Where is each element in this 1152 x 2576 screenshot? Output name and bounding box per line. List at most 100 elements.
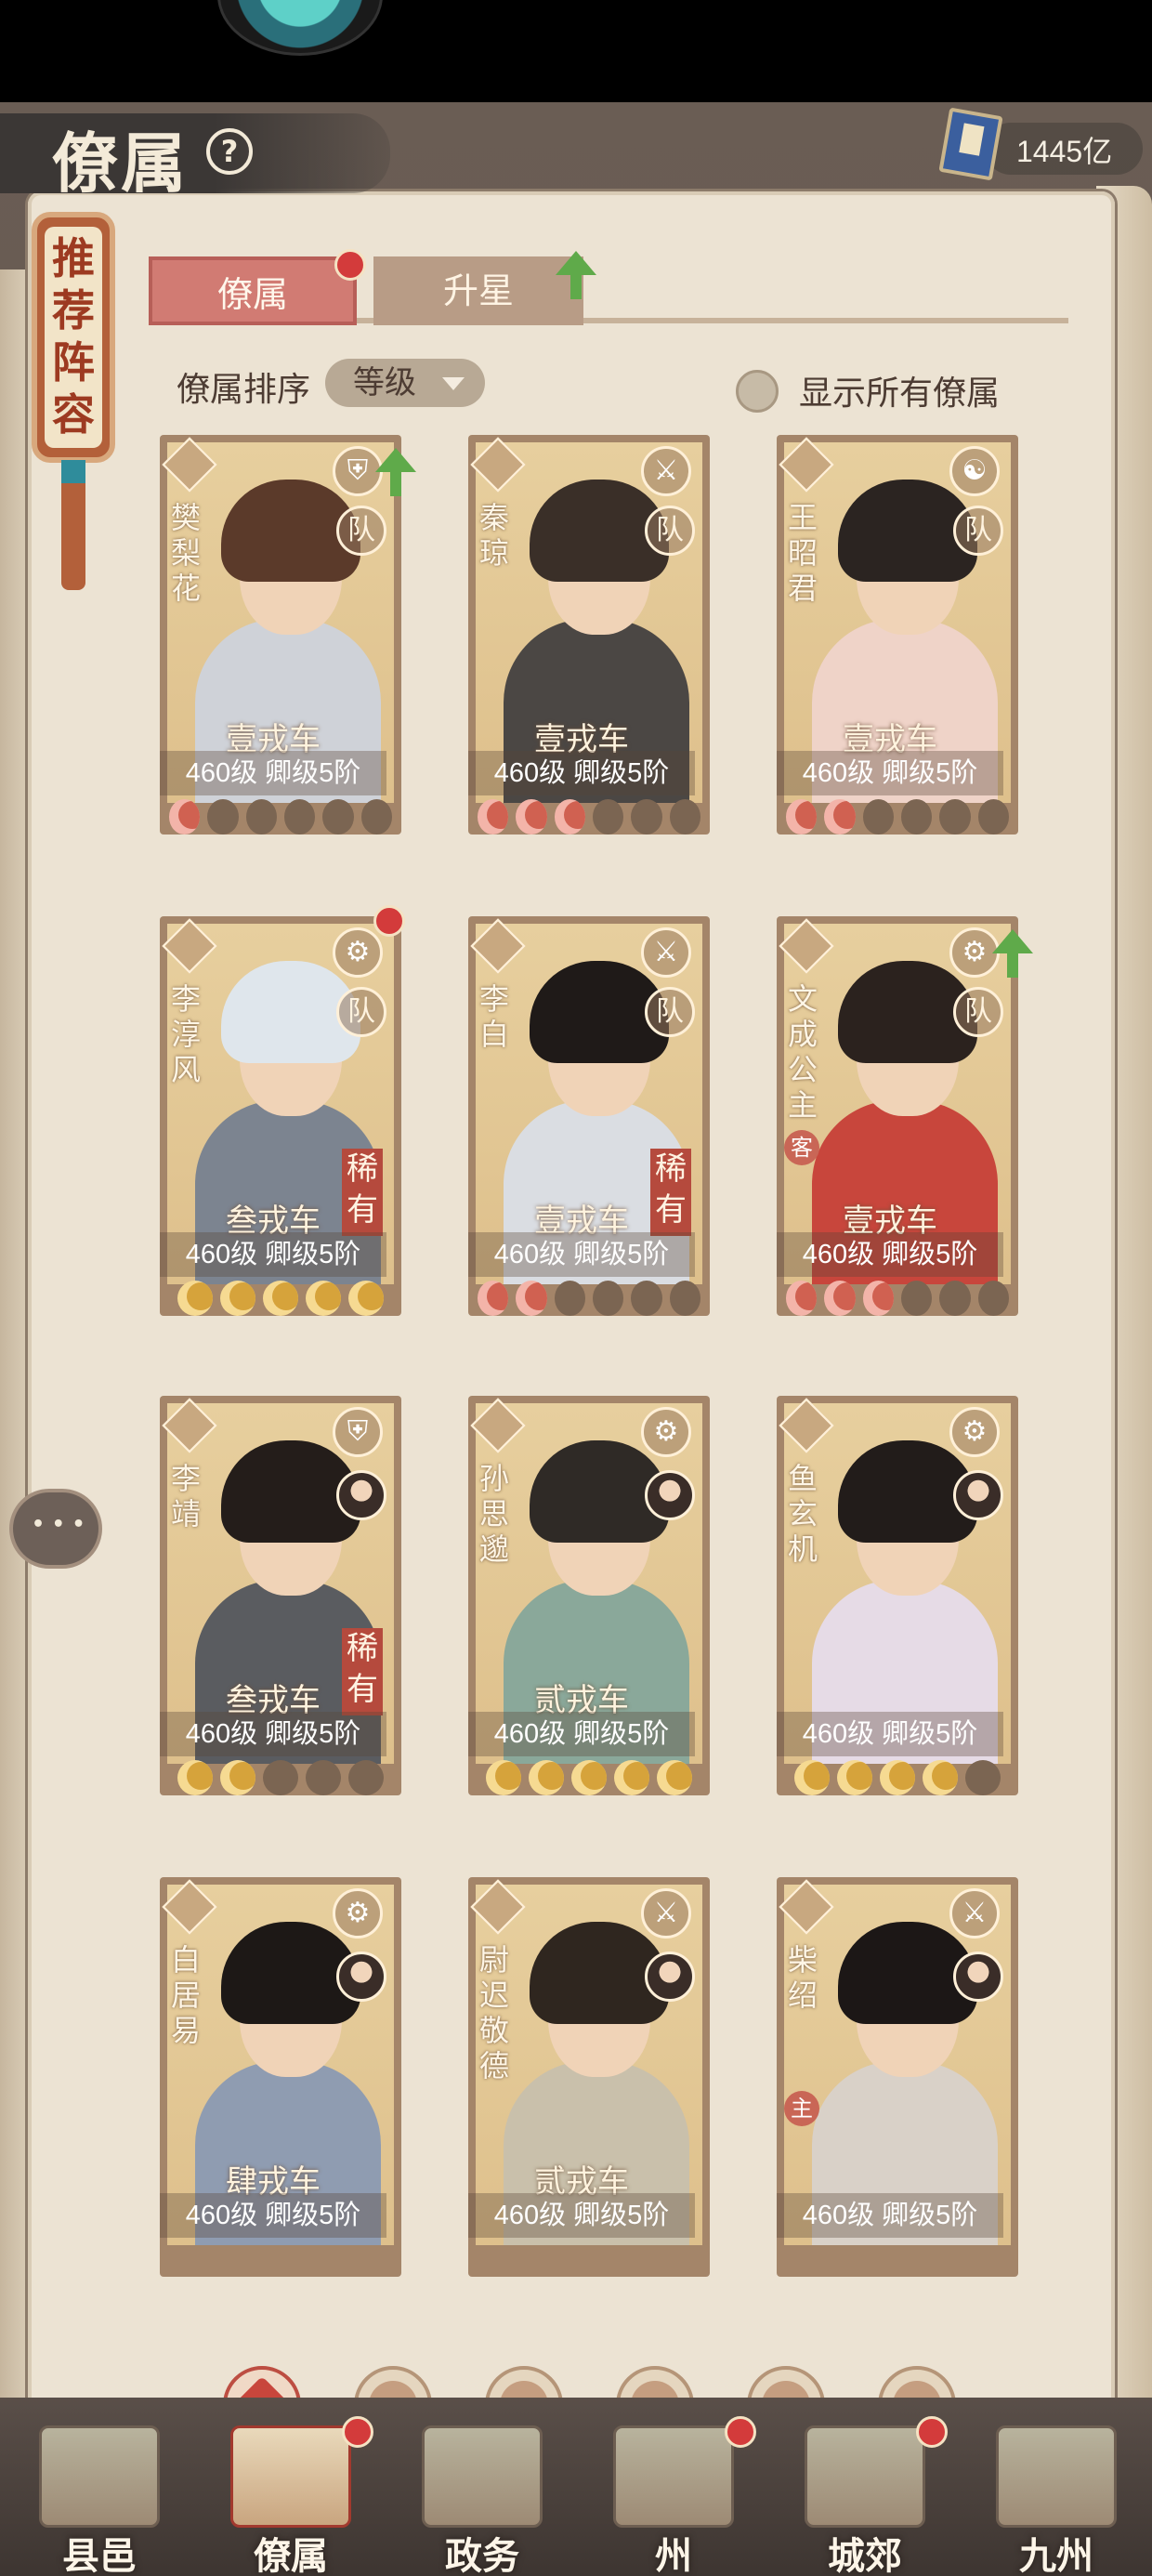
- nav-item[interactable]: 僚属: [203, 2416, 379, 2576]
- moon-star-icon: [977, 799, 1009, 835]
- moon-star-icon: [571, 1760, 607, 1795]
- retainer-card[interactable]: 柴绍 ⚔ 主 460级 卿级5阶: [777, 1877, 1018, 2277]
- nav-item[interactable]: 城郊: [777, 2416, 953, 2576]
- level-rank: 460级 卿级5阶: [777, 1712, 1003, 1756]
- retainer-name: 樊梨花: [170, 500, 201, 606]
- retainer-card[interactable]: 王昭君 ☯ 队壹戎车 460级 卿级5阶: [777, 435, 1018, 835]
- nav-building-icon: [805, 2425, 925, 2528]
- nav-item[interactable]: 州: [585, 2416, 762, 2576]
- currency-amount: 1445亿: [1016, 135, 1113, 168]
- moon-star-icon: [923, 1760, 958, 1795]
- retainer-card[interactable]: 白居易 ⚙ 肆戎车 460级 卿级5阶: [160, 1877, 401, 2277]
- level-rank: 460级 卿级5阶: [468, 1712, 695, 1756]
- moon-star-icon: [669, 799, 700, 835]
- role-tag: 客: [784, 1130, 819, 1165]
- retainer-name: 鱼玄机: [787, 1461, 818, 1567]
- level-rank: 460级 卿级5阶: [160, 1232, 386, 1277]
- moon-star-icon: [478, 1281, 509, 1316]
- moon-star-icon: [880, 1760, 915, 1795]
- team-badge: 队: [645, 506, 695, 556]
- moon-star-icon: [837, 1760, 872, 1795]
- retainer-name: 李白: [478, 981, 509, 1052]
- star-row: [478, 1281, 700, 1316]
- retainer-card[interactable]: 李靖 ⛨ 稀有 叁戎车 460级 卿级5阶: [160, 1396, 401, 1795]
- moon-star-icon: [263, 1281, 298, 1316]
- moon-star-icon: [554, 799, 585, 835]
- nav-label: 城郊: [828, 2534, 902, 2576]
- tab-retainers[interactable]: 僚属: [149, 256, 357, 325]
- sword-icon: ⚔: [641, 446, 691, 496]
- star-row: [169, 799, 392, 835]
- scroll-tassel: [61, 460, 85, 590]
- partner-avatar: [953, 1952, 1003, 2002]
- star-row: [169, 1281, 392, 1316]
- show-all-toggle[interactable]: [736, 370, 779, 413]
- help-icon[interactable]: ?: [206, 128, 253, 175]
- moon-star-icon: [516, 799, 547, 835]
- level-rank: 460级 卿级5阶: [777, 2193, 1003, 2238]
- moon-star-icon: [177, 1281, 213, 1316]
- status-area: [0, 0, 1152, 102]
- moon-star-icon: [786, 799, 818, 835]
- notification-dot: [916, 2416, 948, 2448]
- moon-star-icon: [593, 1281, 624, 1316]
- nav-building-icon: [230, 2425, 351, 2528]
- recommend-lineup-scroll[interactable]: 推荐阵容: [32, 212, 115, 463]
- sort-dropdown[interactable]: 等级: [325, 359, 485, 407]
- tab-notification-dot: [334, 249, 366, 281]
- retainer-card[interactable]: 文成公主 ⚙ 队客壹戎车 460级 卿级5阶: [777, 916, 1033, 1316]
- moon-star-icon: [348, 1281, 384, 1316]
- moon-star-icon: [306, 1281, 341, 1316]
- upgrade-arrow-icon: [992, 929, 1033, 978]
- moon-star-icon: [965, 1760, 1001, 1795]
- moon-star-icon: [554, 1281, 585, 1316]
- retainer-name: 白居易: [170, 1942, 201, 2048]
- moon-star-icon: [786, 1281, 818, 1316]
- partner-avatar: [336, 1470, 386, 1520]
- moon-star-icon: [245, 799, 277, 835]
- tab-star-up[interactable]: 升星: [373, 256, 583, 325]
- nav-item[interactable]: 县邑: [11, 2416, 188, 2576]
- partner-avatar: [953, 1470, 1003, 1520]
- moon-star-icon: [220, 1760, 255, 1795]
- retainer-card[interactable]: 孙思邈 ⚙ 贰戎车 460级 卿级5阶: [468, 1396, 710, 1795]
- mascot-avatar[interactable]: [217, 0, 383, 56]
- moon-star-icon: [486, 1760, 521, 1795]
- nav-label: 州: [655, 2534, 692, 2576]
- moon-star-icon: [824, 799, 856, 835]
- star-row: [478, 799, 700, 835]
- role-tag: 主: [784, 2091, 819, 2126]
- nav-label: 县邑: [62, 2534, 137, 2576]
- nav-item[interactable]: 九州: [968, 2416, 1145, 2576]
- star-row: [786, 799, 1009, 835]
- notification-dot: [725, 2416, 756, 2448]
- game-screen: 僚属 ? 1445亿 推荐阵容 僚属 升星 僚属排序 等级 显示所有僚属 樊梨花…: [0, 102, 1152, 2576]
- moon-star-icon: [939, 1281, 971, 1316]
- portrait: [784, 1885, 1011, 2245]
- moon-star-icon: [348, 1760, 384, 1795]
- retainer-card[interactable]: 鱼玄机 ⚙ 460级 卿级5阶: [777, 1396, 1018, 1795]
- moon-star-icon: [220, 1281, 255, 1316]
- moon-star-icon: [862, 1281, 894, 1316]
- moon-star-icon: [614, 1760, 649, 1795]
- level-rank: 460级 卿级5阶: [160, 751, 386, 795]
- retainer-card[interactable]: 樊梨花 ⛨ 队壹戎车 460级 卿级5阶: [160, 435, 416, 835]
- retainer-card[interactable]: 尉迟敬德 ⚔ 贰戎车 460级 卿级5阶: [468, 1877, 710, 2277]
- retainer-card[interactable]: 李淳风 ⚙ 队稀有 叁戎车 460级 卿级5阶: [160, 905, 405, 1316]
- level-rank: 460级 卿级5阶: [468, 2193, 695, 2238]
- moon-star-icon: [263, 1760, 298, 1795]
- retainer-card[interactable]: 秦琼 ⚔ 队壹戎车 460级 卿级5阶: [468, 435, 710, 835]
- shield-icon: ⛨: [333, 1407, 383, 1457]
- chat-button[interactable]: [9, 1489, 102, 1569]
- nav-item[interactable]: 政务: [394, 2416, 570, 2576]
- sort-label: 僚属排序: [177, 371, 311, 409]
- retainer-card[interactable]: 李白 ⚔ 队稀有 壹戎车 460级 卿级5阶: [468, 916, 710, 1316]
- moon-star-icon: [631, 1281, 662, 1316]
- sword-icon: ⚔: [641, 927, 691, 978]
- team-badge: 队: [645, 987, 695, 1037]
- sword-icon: ⚔: [949, 1888, 1000, 1939]
- moon-star-icon: [207, 799, 239, 835]
- retainer-name: 孙思邈: [478, 1461, 509, 1567]
- nav-label: 僚属: [254, 2534, 328, 2576]
- show-all-label: 显示所有僚属: [799, 375, 1001, 413]
